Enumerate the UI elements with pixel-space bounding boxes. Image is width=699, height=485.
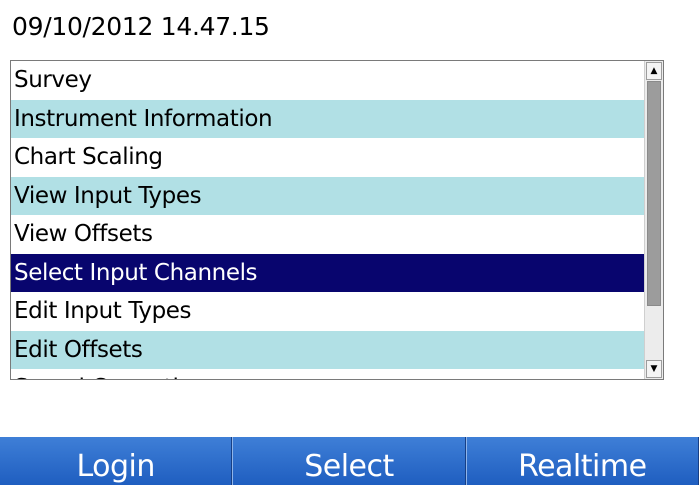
bottom-button-bar: Login Select Realtime (0, 437, 699, 485)
menu-item-edit-offsets[interactable]: Edit Offsets (11, 330, 645, 369)
menu-item-survey[interactable]: Survey (11, 61, 645, 100)
select-button[interactable]: Select (232, 437, 466, 485)
menu-items: Survey Instrument Information Chart Scal… (11, 61, 645, 379)
scroll-down-button[interactable]: ▼ (646, 360, 662, 378)
menu-list[interactable]: Survey Instrument Information Chart Scal… (10, 60, 664, 380)
menu-item-view-offsets[interactable]: View Offsets (11, 215, 645, 254)
scroll-thumb[interactable] (647, 81, 661, 306)
menu-item-chart-scaling[interactable]: Chart Scaling (11, 138, 645, 177)
realtime-button[interactable]: Realtime (465, 437, 699, 485)
menu-item-sound-correction[interactable]: Sound Correction (11, 369, 645, 379)
menu-item-select-input-channels[interactable]: Select Input Channels (11, 253, 645, 292)
timestamp: 09/10/2012 14.47.15 (12, 12, 270, 41)
scrollbar[interactable]: ▲ ▼ (644, 61, 663, 379)
menu-item-view-input-types[interactable]: View Input Types (11, 176, 645, 215)
menu-item-edit-input-types[interactable]: Edit Input Types (11, 292, 645, 331)
arrow-down-icon: ▼ (650, 364, 658, 374)
scroll-up-button[interactable]: ▲ (646, 62, 662, 80)
login-button[interactable]: Login (0, 437, 233, 485)
arrow-up-icon: ▲ (650, 66, 658, 76)
menu-item-instrument-information[interactable]: Instrument Information (11, 99, 645, 138)
